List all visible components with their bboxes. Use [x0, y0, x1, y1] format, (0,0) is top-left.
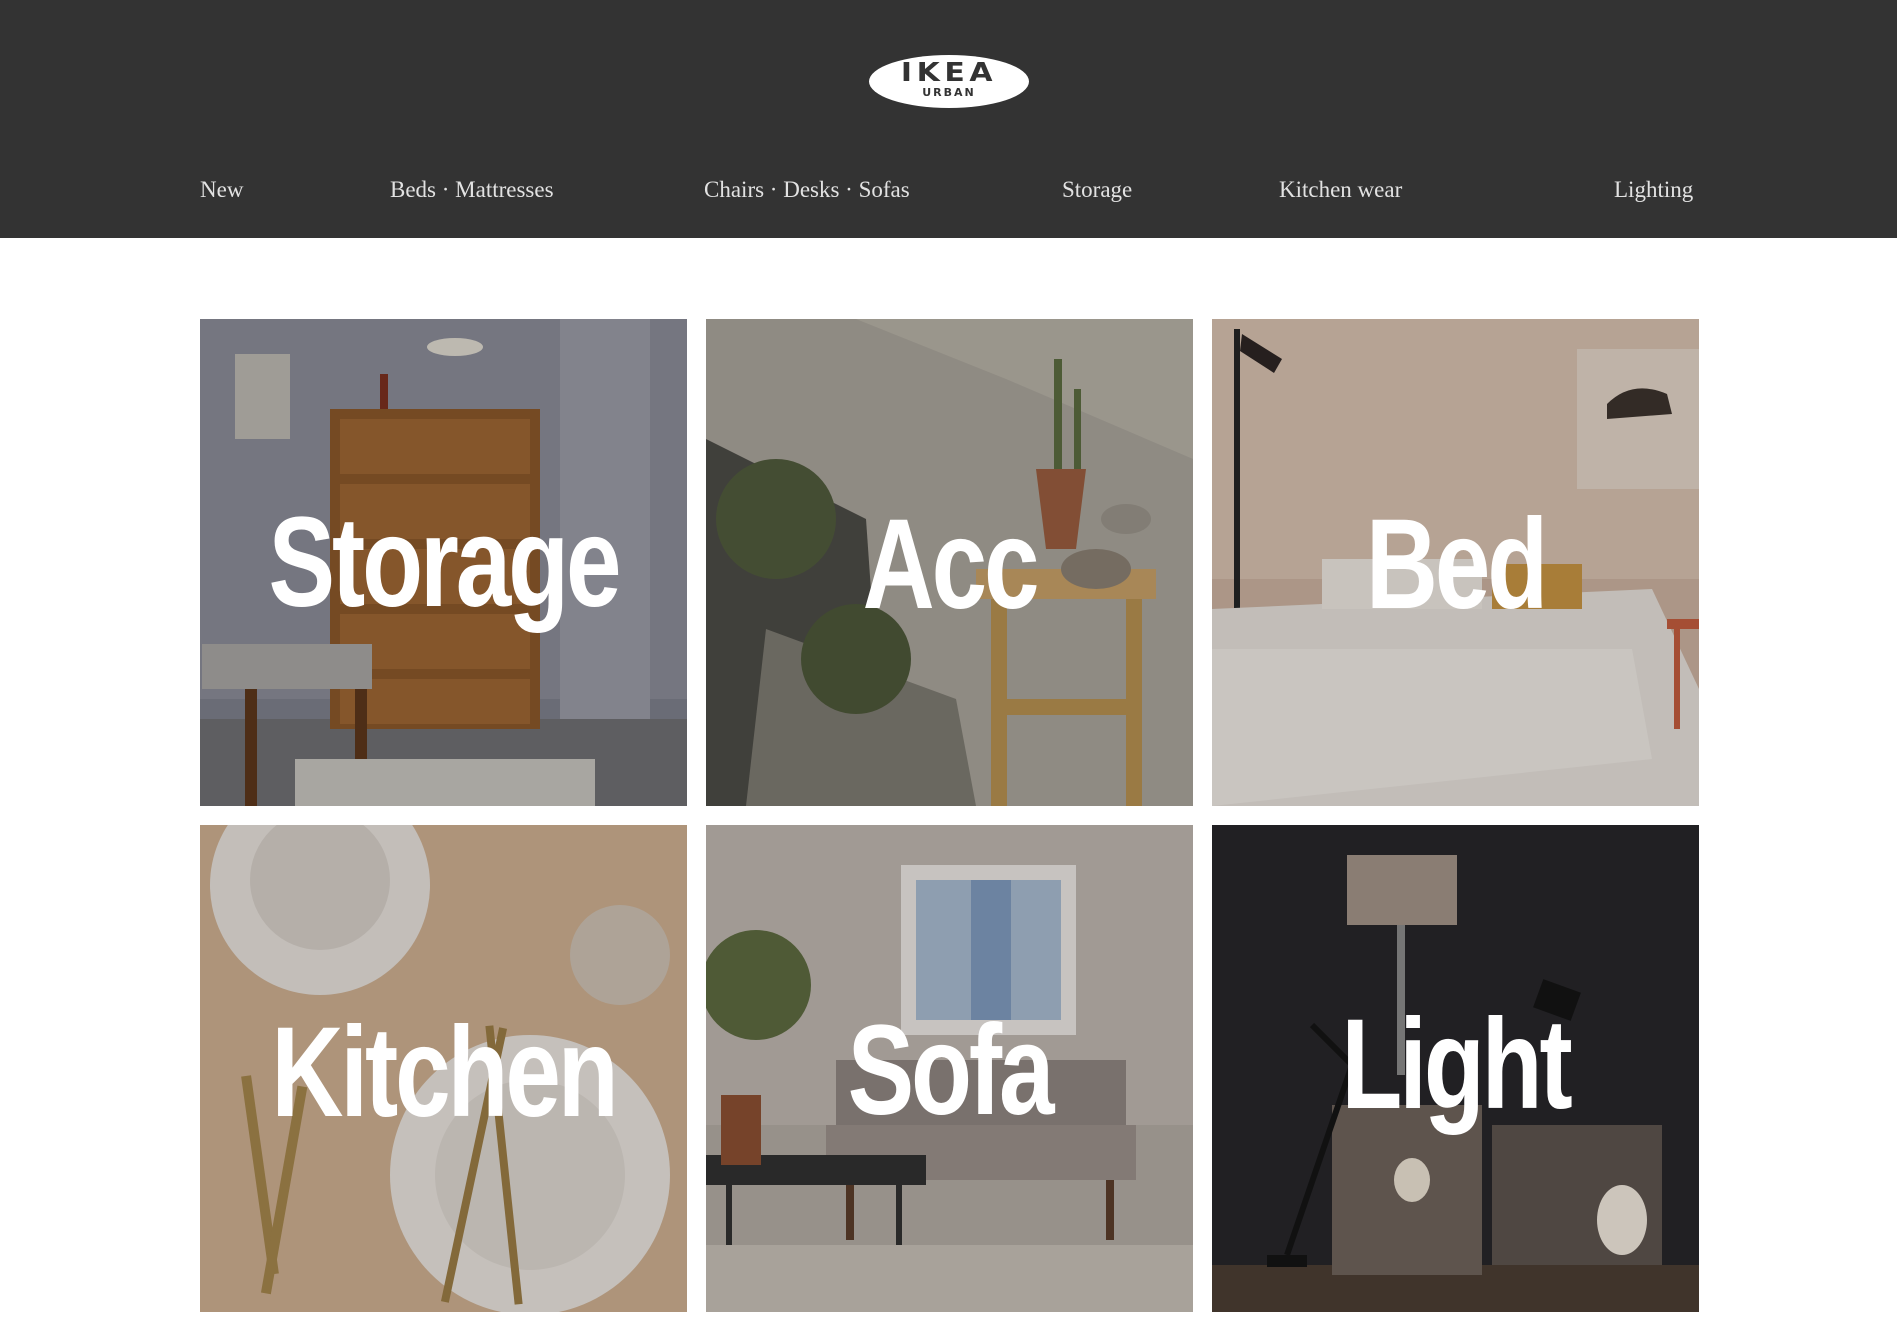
nav-storage[interactable]: Storage — [1062, 176, 1132, 204]
category-tile-bed[interactable]: Bed — [1212, 319, 1699, 806]
nav-kitchen-wear[interactable]: Kitchen wear — [1279, 176, 1402, 204]
logo-wordmark: IKEA — [900, 58, 998, 88]
ikea-urban-logo[interactable]: IKEA URBAN — [869, 55, 1029, 108]
category-tile-storage[interactable]: Storage — [200, 319, 687, 806]
nav-new[interactable]: New — [200, 176, 243, 204]
category-tile-kitchen[interactable]: Kitchen — [200, 825, 687, 1312]
logo-subtitle: URBAN — [922, 86, 976, 99]
tile-label-kitchen: Kitchen — [271, 1001, 618, 1144]
nav-lighting[interactable]: Lighting — [1614, 176, 1693, 204]
category-tile-sofa[interactable]: Sofa — [706, 825, 1193, 1312]
tile-label-acc: Acc — [862, 493, 1040, 636]
category-tile-accessories[interactable]: Acc — [706, 319, 1193, 806]
nav-beds-mattresses[interactable]: Beds · Mattresses — [390, 176, 554, 204]
tile-label-bed: Bed — [1365, 493, 1548, 636]
tile-label-light: Light — [1341, 993, 1572, 1136]
tile-label-sofa: Sofa — [847, 999, 1055, 1142]
site-header: IKEA URBAN New Beds · Mattresses Chairs … — [0, 0, 1897, 238]
tile-label-storage: Storage — [268, 491, 622, 634]
category-tile-light[interactable]: Light — [1212, 825, 1699, 1312]
nav-chairs-desks-sofas[interactable]: Chairs · Desks · Sofas — [704, 176, 910, 204]
